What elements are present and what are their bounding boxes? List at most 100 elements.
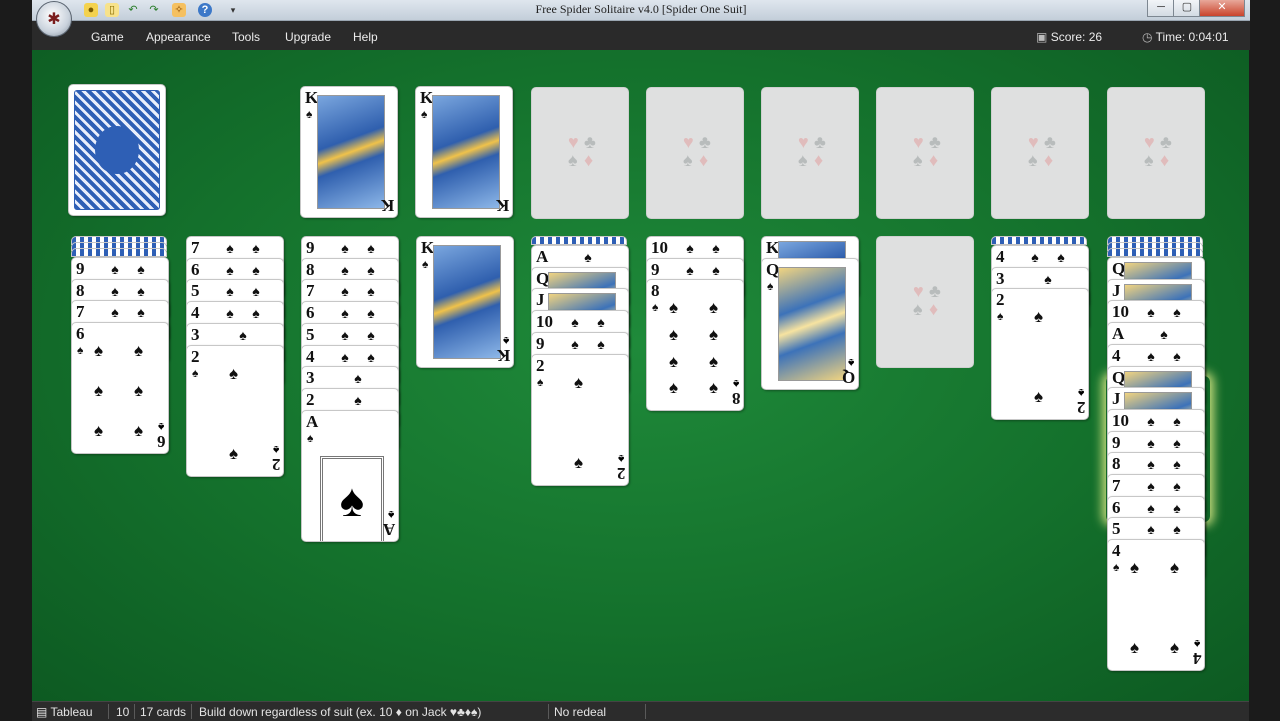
spade-icon: ♠	[1147, 521, 1155, 538]
spade-icon: ♠	[652, 300, 659, 315]
spade-icon: ♠	[686, 261, 694, 278]
spade-icon: ♠	[1147, 347, 1155, 364]
card-rank: 8	[651, 281, 660, 301]
spade-icon: ♠	[1144, 150, 1154, 170]
spade-icon: ♠	[137, 261, 145, 277]
spade-icon: ♠	[77, 343, 84, 358]
status-divider	[548, 704, 549, 719]
card-pips: ♠ ♠	[1138, 500, 1190, 516]
spade-icon: ♠	[597, 314, 605, 331]
spade-icon: ♠	[617, 451, 624, 466]
card-A-spades[interactable]: A ♠ ♠ A ♠	[301, 409, 399, 542]
menu-help[interactable]: Help	[353, 30, 378, 44]
spade-icon: ♠	[367, 305, 375, 322]
face-down-card	[531, 236, 627, 245]
card-rank: 6	[76, 324, 85, 344]
spade-icon: ♠	[94, 341, 104, 361]
card-rank: 3	[996, 268, 1005, 288]
spade-icon: ♠	[1173, 478, 1181, 494]
card-back-pattern	[74, 90, 160, 210]
card-Q-spades[interactable]: Q ♠ Q ♠	[761, 257, 859, 390]
redo-icon[interactable]: ↷	[147, 3, 161, 17]
card-pips: ♠	[217, 327, 269, 343]
card-rank: 7	[191, 238, 200, 257]
spade-icon: ♠	[422, 257, 429, 271]
card-rank: 9	[306, 238, 315, 257]
foundation-2: K ♠ K	[415, 86, 513, 218]
spade-icon: ♠	[669, 378, 679, 398]
spade-icon: ♠	[367, 283, 375, 300]
card-pips: ♠ ♠	[562, 336, 614, 352]
spade-icon: ♠	[226, 240, 234, 256]
menu-upgrade[interactable]: Upgrade	[285, 30, 331, 44]
spade-icon: ♠	[709, 351, 719, 371]
spade-icon: ♠	[239, 326, 247, 343]
face-down-card	[71, 248, 167, 257]
status-bar: ▤ Tableau 10 17 cards Build down regardl…	[32, 701, 1249, 721]
card-pips: ♠ ♠	[102, 283, 154, 299]
spade-icon: ♠	[272, 442, 279, 457]
menu-tools[interactable]: Tools	[232, 30, 260, 44]
spade-icon: ♠	[584, 249, 592, 265]
close-button[interactable]: ✕	[1199, 0, 1245, 17]
card-2-spades[interactable]: 2 ♠ ♠ ♠ 2 ♠	[186, 344, 284, 477]
spade-icon: ♠	[1173, 521, 1181, 538]
card-rank-bottom: K	[496, 346, 510, 365]
spade-icon: ♠	[669, 325, 679, 345]
spade-icon: ♠	[732, 377, 739, 392]
spade-icon: ♠	[367, 326, 375, 343]
app-menu-orb[interactable]: ✱	[36, 1, 72, 37]
empty-foundation-5[interactable]: ♥ ♣ ♠ ♦	[761, 87, 859, 219]
empty-foundation-7[interactable]: ♥ ♣ ♠ ♦	[991, 87, 1089, 219]
stock-pile[interactable]	[68, 84, 166, 216]
spade-icon: ♠	[341, 326, 349, 343]
card-2-spades[interactable]: 2 ♠ ♠ ♠ 2 ♠	[991, 288, 1089, 421]
diamond-icon: ♦	[1160, 150, 1170, 170]
spade-icon: ♠	[111, 304, 119, 321]
empty-foundation-4[interactable]: ♥ ♣ ♠ ♦	[646, 87, 744, 219]
new-game-icon[interactable]: ●	[84, 3, 98, 17]
card-6-spades[interactable]: 6 ♠ ♠ ♠ ♠ ♠ ♠ ♠ 6 ♠	[71, 322, 169, 455]
card-rank-bottom: K	[495, 196, 509, 215]
spade-icon: ♠	[307, 430, 314, 445]
undo-icon[interactable]: ↶	[126, 3, 140, 17]
spade-icon: ♠	[252, 240, 260, 256]
minimize-button[interactable]: ─	[1147, 0, 1175, 17]
card-4-spades[interactable]: 4 ♠ ♠ ♠ ♠ ♠ 4 ♠	[1107, 539, 1205, 672]
card-K-spades[interactable]: K ♠ K ♠	[416, 236, 514, 368]
card-rank: 4	[306, 346, 315, 366]
card-2-spades[interactable]: 2 ♠ ♠ ♠ 2 ♠	[531, 353, 629, 486]
spade-icon: ♠	[111, 282, 119, 299]
card-rank: J	[536, 290, 545, 310]
menu-game[interactable]: Game	[91, 30, 124, 44]
empty-foundation-3[interactable]: ♥ ♣ ♠ ♦	[531, 87, 629, 219]
maximize-button[interactable]: ▢	[1173, 0, 1201, 17]
spade-icon: ♠	[1170, 558, 1180, 578]
time-display: ◷ Time: 0:04:01	[1142, 30, 1229, 44]
spade-icon: ♠	[1147, 412, 1155, 429]
spade-icon: ♠	[252, 261, 260, 278]
spade-icon: ♠	[226, 305, 234, 322]
help-icon[interactable]: ?	[198, 3, 212, 17]
customize-icon[interactable]: ▾	[226, 3, 240, 17]
card-pips: ♠ ♠	[102, 261, 154, 277]
notes-icon[interactable]: ▯	[105, 3, 119, 17]
game-board: K ♠ K K ♠ K ♥ ♣ ♠ ♦ ♥ ♣ ♠ ♦ ♥ ♣ ♠ ♦ ♥ ♣ ♠ ♦ ♥ ♣ ♠ ♦ ♥ ♣ ♠ ♦ 9 ♠ ♠ 8…	[32, 50, 1249, 701]
card-8-spades[interactable]: 8 ♠ ♠ ♠ ♠ ♠ ♠ ♠ ♠ ♠ 8 ♠	[646, 279, 744, 412]
card-rank: 7	[306, 281, 315, 301]
card-rank: 8	[1112, 454, 1121, 474]
card-rank: A	[1112, 324, 1125, 344]
card-pips: ♠	[1138, 326, 1190, 342]
menu-bar: Game Appearance Tools Upgrade Help ▣ Sco…	[32, 21, 1250, 50]
card-pips: ♠ ♠	[1138, 478, 1190, 494]
spade-icon: ♠	[568, 150, 578, 170]
empty-tableau-column[interactable]: ♥ ♣ ♠ ♦	[876, 236, 974, 368]
diamond-icon: ♦	[1044, 150, 1054, 170]
spade-icon: ♠	[134, 421, 144, 441]
empty-foundation-6[interactable]: ♥ ♣ ♠ ♦	[876, 87, 974, 219]
spade-icon: ♠	[1077, 386, 1084, 401]
spider-icon: ✱	[47, 11, 61, 28]
hint-icon[interactable]: ✧	[172, 3, 186, 17]
empty-foundation-8[interactable]: ♥ ♣ ♠ ♦	[1107, 87, 1205, 219]
menu-appearance[interactable]: Appearance	[146, 30, 211, 44]
